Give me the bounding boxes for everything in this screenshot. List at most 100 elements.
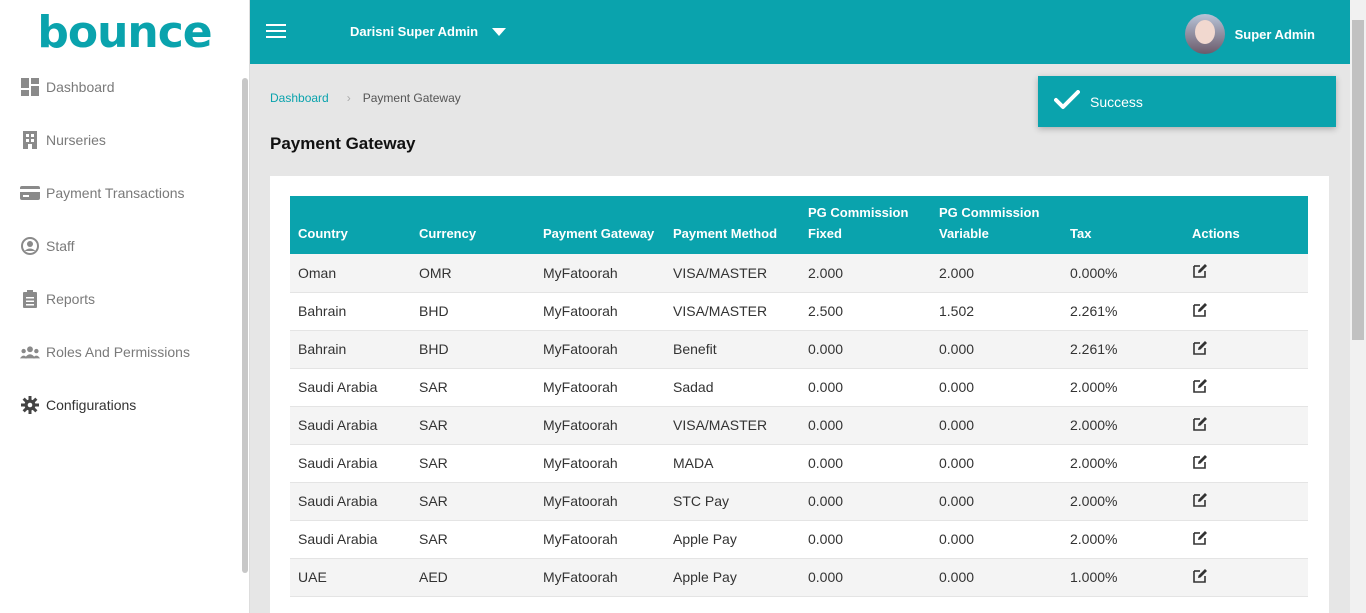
table-row: Saudi Arabia SAR MyFatoorah MADA 0.000 0.000 2… xyxy=(290,444,1308,483)
table-cell: MyFatoorah xyxy=(535,520,665,559)
table-cell: SAR xyxy=(411,520,535,559)
sidebar-item-staff[interactable]: Staff xyxy=(0,219,249,272)
table-cell: SAR xyxy=(411,444,535,483)
table-cell: 2.000 xyxy=(800,254,931,293)
table-cell: 0.000 xyxy=(931,368,1062,407)
table-cell: 0.000 xyxy=(800,368,931,407)
actions-cell xyxy=(1184,482,1308,521)
table-row: UAE AED MyFatoorah Apple Pay 0.000 0.000 1.000… xyxy=(290,558,1308,597)
table-row: Saudi Arabia SAR MyFatoorah STC Pay 0.000 0.0… xyxy=(290,482,1308,521)
table-cell: 0.000 xyxy=(800,406,931,445)
actions-cell xyxy=(1184,292,1308,331)
actions-cell xyxy=(1184,444,1308,483)
sidebar-item-label: Payment Transactions xyxy=(46,184,185,201)
column-header: Payment Method xyxy=(665,196,800,254)
edit-icon[interactable] xyxy=(1192,416,1208,432)
building-icon xyxy=(20,130,40,150)
table-row: Bahrain BHD MyFatoorah Benefit 0.000 0.000 2.2… xyxy=(290,330,1308,369)
table-cell: 0.000% xyxy=(1062,254,1184,293)
table-cell: 0.000 xyxy=(931,444,1062,483)
edit-icon[interactable] xyxy=(1192,492,1208,508)
sidebar-item-label: Nurseries xyxy=(46,131,106,148)
table-cell: 0.000 xyxy=(800,444,931,483)
user-menu[interactable]: Super Admin xyxy=(1184,14,1315,54)
column-header: PG Commission Fixed xyxy=(800,196,931,254)
table-cell: 0.000 xyxy=(800,520,931,559)
user-circle-icon xyxy=(20,236,40,256)
sidebar-nav: Dashboard Nurseries Payment Transactions… xyxy=(0,60,249,431)
column-header: PG Commission Variable xyxy=(931,196,1062,254)
table-row: Saudi Arabia SAR MyFatoorah VISA/MASTER 0.00… xyxy=(290,406,1308,445)
table-cell: 2.000% xyxy=(1062,482,1184,521)
sidebar-item-dashboard[interactable]: Dashboard xyxy=(0,60,249,113)
edit-icon[interactable] xyxy=(1192,378,1208,394)
table-cell: SAR xyxy=(411,368,535,407)
table-cell: Saudi Arabia xyxy=(290,520,411,559)
table-cell: 0.000 xyxy=(800,482,931,521)
table-cell: VISA/MASTER xyxy=(665,254,800,293)
table-cell: 0.000 xyxy=(800,558,931,597)
table-cell: BHD xyxy=(411,292,535,331)
payment-gateway-table: Country Currency Payment Gateway Payment… xyxy=(290,196,1308,597)
actions-cell xyxy=(1184,368,1308,407)
table-cell: Oman xyxy=(290,254,411,293)
sidebar-item-label: Dashboard xyxy=(46,78,115,95)
success-toast[interactable]: Success xyxy=(1038,76,1336,127)
sidebar-item-roles-and-permissions[interactable]: Roles And Permissions xyxy=(0,325,249,378)
edit-icon[interactable] xyxy=(1192,530,1208,546)
org-select-dropdown[interactable]: Darisni Super Admin xyxy=(350,24,507,39)
table-row: Saudi Arabia SAR MyFatoorah Apple Pay 0.000 0… xyxy=(290,520,1308,559)
table-cell: SAR xyxy=(411,482,535,521)
edit-icon[interactable] xyxy=(1192,568,1208,584)
sidebar-item-payment-transactions[interactable]: Payment Transactions xyxy=(0,166,249,219)
edit-icon[interactable] xyxy=(1192,454,1208,470)
table-cell: MyFatoorah xyxy=(535,482,665,521)
actions-cell xyxy=(1184,406,1308,445)
sidebar-item-label: Reports xyxy=(46,290,96,307)
column-header: Country xyxy=(290,196,411,254)
dashboard-icon xyxy=(20,77,40,97)
edit-icon[interactable] xyxy=(1192,302,1208,318)
table-cell: Apple Pay xyxy=(665,520,800,559)
check-icon xyxy=(1054,90,1080,113)
table-cell: 0.000 xyxy=(931,406,1062,445)
menu-toggle-icon[interactable] xyxy=(266,24,286,40)
sidebar-scrollbar[interactable] xyxy=(242,78,248,573)
table-cell: Bahrain xyxy=(290,330,411,369)
table-cell: UAE xyxy=(290,558,411,597)
sidebar-item-label: Configurations xyxy=(46,396,137,413)
table-cell: 0.000 xyxy=(931,558,1062,597)
sidebar-item-nurseries[interactable]: Nurseries xyxy=(0,113,249,166)
table-row: Saudi Arabia SAR MyFatoorah Sadad 0.000 0.000… xyxy=(290,368,1308,407)
table-cell: Saudi Arabia xyxy=(290,444,411,483)
breadcrumb: Dashboard › Payment Gateway xyxy=(270,91,461,105)
sidebar-item-configurations[interactable]: Configurations xyxy=(0,378,249,431)
table-cell: AED xyxy=(411,558,535,597)
table-cell: STC Pay xyxy=(665,482,800,521)
logo-text: bounce xyxy=(37,6,212,58)
table-cell: Apple Pay xyxy=(665,558,800,597)
actions-cell xyxy=(1184,520,1308,559)
table-row: Oman OMR MyFatoorah VISA/MASTER 2.000 2.000 0.… xyxy=(290,254,1308,293)
chevron-right-icon: › xyxy=(346,91,351,105)
table-cell: VISA/MASTER xyxy=(665,292,800,331)
edit-icon[interactable] xyxy=(1192,263,1208,279)
breadcrumb-home-link[interactable]: Dashboard xyxy=(270,91,329,105)
top-header: Darisni Super Admin Super Admin xyxy=(250,0,1350,64)
sidebar-item-reports[interactable]: Reports xyxy=(0,272,249,325)
table-cell: 2.261% xyxy=(1062,330,1184,369)
table-card: Country Currency Payment Gateway Payment… xyxy=(270,176,1329,613)
org-select-label: Darisni Super Admin xyxy=(350,24,479,39)
table-cell: MADA xyxy=(665,444,800,483)
toast-message: Success xyxy=(1090,93,1143,110)
table-cell: MyFatoorah xyxy=(535,292,665,331)
table-cell: Sadad xyxy=(665,368,800,407)
edit-icon[interactable] xyxy=(1192,340,1208,356)
logo[interactable]: bounce xyxy=(0,0,249,64)
page-scrollbar-thumb[interactable] xyxy=(1352,20,1364,340)
table-cell: 0.000 xyxy=(800,330,931,369)
table-cell: MyFatoorah xyxy=(535,368,665,407)
table-cell: MyFatoorah xyxy=(535,444,665,483)
table-cell: OMR xyxy=(411,254,535,293)
user-name: Super Admin xyxy=(1234,26,1315,42)
